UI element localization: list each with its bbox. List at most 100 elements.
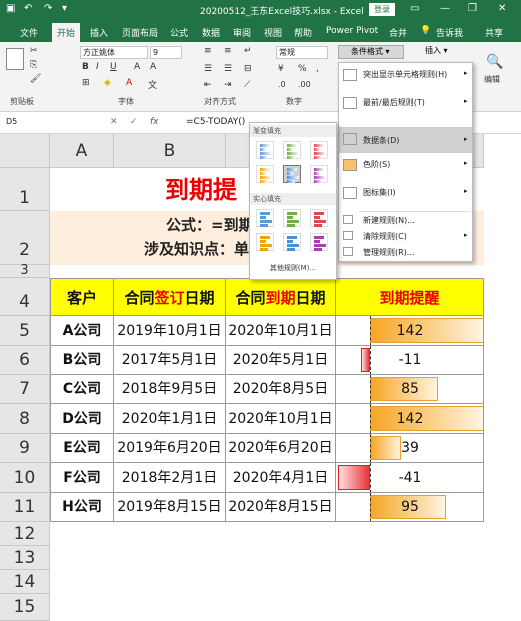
customer-cell[interactable]: E公司 [50, 434, 114, 463]
tab-file[interactable]: 文件 [20, 26, 38, 39]
due-date-cell[interactable]: 2020年10月1日 [226, 404, 336, 434]
cut-icon[interactable]: ✂ [30, 46, 38, 56]
due-date-cell[interactable]: 2020年8月15日 [226, 493, 336, 522]
customer-cell[interactable]: D公司 [50, 404, 114, 434]
column-header-a[interactable]: A [50, 134, 114, 168]
tab-home[interactable]: 开始 [52, 23, 81, 42]
reminder-cell[interactable]: 39 [336, 434, 484, 463]
redo-icon[interactable]: ↷ [44, 3, 52, 14]
due-date-cell[interactable]: 2020年4月1日 [226, 463, 336, 493]
due-date-cell[interactable]: 2020年5月1日 [226, 346, 336, 375]
phonetic-icon[interactable]: 文 [148, 78, 157, 91]
row-header-8[interactable]: 8 [0, 404, 50, 434]
signed-date-cell[interactable]: 2018年2月1日 [114, 463, 226, 493]
customer-cell[interactable]: C公司 [50, 375, 114, 404]
insert-cells-button[interactable]: 插入 ▾ [415, 45, 459, 59]
row-header-15[interactable]: 15 [0, 594, 50, 621]
menu-icon-sets[interactable]: 图标集(I) ▸ [339, 187, 472, 205]
outdent-icon[interactable]: ⇥ [224, 80, 232, 90]
gradient-bar-option[interactable] [310, 141, 328, 159]
border-icon[interactable]: ⊞ [82, 78, 90, 88]
tell-me-search[interactable]: 告诉我 [436, 26, 463, 39]
tab-view[interactable]: 视图 [264, 26, 282, 39]
select-all-corner[interactable] [0, 134, 50, 168]
format-painter-icon[interactable]: 🖌 [30, 74, 41, 84]
tab-page-layout[interactable]: 页面布局 [122, 26, 158, 39]
row-header-4[interactable]: 4 [0, 278, 50, 316]
formula-input[interactable]: =C5-TODAY() [186, 117, 245, 127]
due-date-cell[interactable]: 2020年6月20日 [226, 434, 336, 463]
signed-date-cell[interactable]: 2017年5月1日 [114, 346, 226, 375]
tab-review[interactable]: 审阅 [233, 26, 251, 39]
gradient-bar-option[interactable] [283, 165, 301, 183]
gradient-bar-option[interactable] [310, 165, 328, 183]
font-grow-icon[interactable]: A [134, 62, 140, 72]
align-top-icon[interactable]: ≡ [204, 46, 212, 56]
customer-cell[interactable]: B公司 [50, 346, 114, 375]
percent-icon[interactable]: % [298, 64, 307, 74]
font-shrink-icon[interactable]: A [150, 62, 156, 72]
menu-color-scales[interactable]: 色阶(S) ▸ [339, 159, 472, 177]
row-header-11[interactable]: 11 [0, 493, 50, 522]
header-customer[interactable]: 客户 [50, 278, 114, 316]
wrap-text-icon[interactable]: ↵ [244, 46, 252, 56]
share-button[interactable]: 共享 [485, 26, 503, 39]
header-signed-date[interactable]: 合同签订日期 [114, 278, 226, 316]
quick-access-dropdown-icon[interactable]: ▾ [62, 3, 67, 14]
currency-icon[interactable]: ¥ [278, 64, 284, 74]
solid-bar-option[interactable] [256, 233, 274, 251]
ribbon-display-icon[interactable]: ▭ [410, 3, 419, 14]
customer-cell[interactable]: H公司 [50, 493, 114, 522]
solid-bar-option[interactable] [310, 209, 328, 227]
font-color-icon[interactable]: A [126, 78, 132, 88]
more-rules-link[interactable]: 其他规则(M)... [250, 263, 336, 273]
save-icon[interactable]: ▣ [6, 3, 15, 14]
signed-date-cell[interactable]: 2019年6月20日 [114, 434, 226, 463]
reminder-cell[interactable]: 95 [336, 493, 484, 522]
decrease-decimal-icon[interactable]: .00 [298, 80, 311, 89]
paste-icon[interactable] [6, 48, 24, 70]
row-header-1[interactable]: 1 [0, 168, 50, 211]
fill-color-icon[interactable]: ◈ [104, 78, 111, 88]
menu-manage-rules[interactable]: 管理规则(R)... [339, 247, 472, 261]
row-header-5[interactable]: 5 [0, 316, 50, 346]
tab-help[interactable]: 帮助 [294, 26, 312, 39]
font-name-select[interactable]: 方正姚体 [80, 46, 148, 59]
orientation-icon[interactable]: ⟋ [244, 80, 250, 90]
gradient-bar-option[interactable] [283, 141, 301, 159]
reminder-cell[interactable]: -41 [336, 463, 484, 493]
gradient-bar-option[interactable] [256, 141, 274, 159]
tab-merge[interactable]: 合并 [389, 26, 407, 39]
solid-bar-option[interactable] [310, 233, 328, 251]
align-center-icon[interactable]: ☰ [224, 64, 232, 74]
column-header-b[interactable]: B [114, 134, 226, 168]
solid-bar-option[interactable] [256, 209, 274, 227]
solid-bar-option[interactable] [283, 209, 301, 227]
menu-data-bars[interactable]: 数据条(D) ▸ [339, 127, 472, 153]
merge-center-icon[interactable]: ⊟ [244, 64, 252, 74]
menu-highlight-rules[interactable]: 突出显示单元格规则(H) ▸ [339, 69, 472, 87]
undo-icon[interactable]: ↶ [24, 3, 32, 14]
signed-date-cell[interactable]: 2019年10月1日 [114, 316, 226, 346]
row-header-6[interactable]: 6 [0, 346, 50, 375]
number-format-select[interactable]: 常规 [276, 46, 328, 59]
copy-icon[interactable]: ⎘ [30, 60, 37, 70]
maximize-icon[interactable]: ❐ [468, 3, 477, 14]
gradient-bar-option[interactable] [256, 165, 274, 183]
header-due-date[interactable]: 合同到期日期 [226, 278, 336, 316]
row-header-3[interactable]: 3 [0, 264, 50, 278]
font-size-select[interactable]: 9 [150, 46, 182, 59]
row-header-9[interactable]: 9 [0, 434, 50, 463]
editing-button[interactable]: 编辑 [484, 74, 500, 85]
menu-top-bottom-rules[interactable]: 最前/最后规则(T) ▸ [339, 97, 472, 115]
menu-clear-rules[interactable]: 清除规则(C) ▸ [339, 231, 472, 245]
login-button[interactable]: 登录 [369, 3, 395, 16]
row-header-7[interactable]: 7 [0, 375, 50, 404]
tab-formulas[interactable]: 公式 [170, 26, 188, 39]
confirm-formula-icon[interactable]: ✓ [130, 117, 138, 127]
row-header-12[interactable]: 12 [0, 522, 50, 546]
insert-function-icon[interactable]: fx [150, 117, 159, 127]
italic-button[interactable]: I [96, 62, 99, 72]
header-due-reminder[interactable]: 到期提醒 [336, 278, 484, 316]
row-header-10[interactable]: 10 [0, 463, 50, 493]
